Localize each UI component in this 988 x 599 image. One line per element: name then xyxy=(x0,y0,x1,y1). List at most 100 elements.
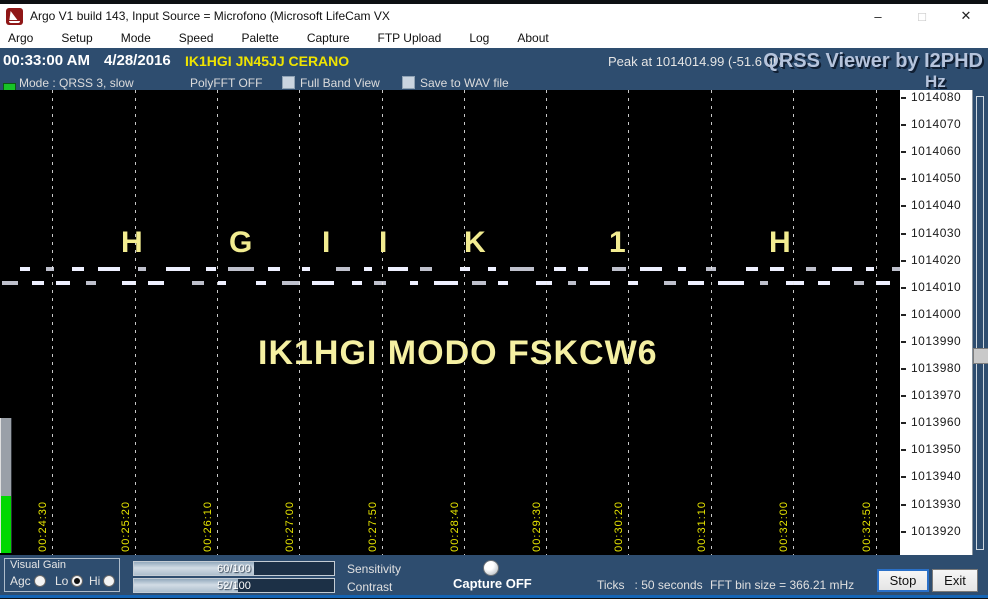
decoded-letter: I xyxy=(322,226,331,259)
menu-argo[interactable]: Argo xyxy=(0,28,47,48)
radio-circle-icon[interactable] xyxy=(71,575,84,587)
contrast-label: Contrast xyxy=(347,580,393,594)
stop-button[interactable]: Stop xyxy=(877,569,929,592)
freq-label: 1014070 xyxy=(911,117,962,132)
maximize-button[interactable]: □ xyxy=(900,4,944,28)
time-tick-label: 00:25:20 xyxy=(120,501,132,552)
window-bottom-edge xyxy=(0,595,988,599)
menu-palette[interactable]: Palette xyxy=(227,28,292,48)
decoded-letter: 1 xyxy=(609,226,626,259)
time-gridline xyxy=(464,90,465,555)
frequency-scale: 1014080 1014070 1014060 1014050 1014040 10140… xyxy=(900,90,973,555)
time-gridline xyxy=(711,90,712,555)
sensitivity-slider[interactable]: 60/100 xyxy=(133,561,335,576)
radio-circle-icon[interactable] xyxy=(33,575,46,587)
time-gridline xyxy=(876,90,877,555)
time-tick-label: 00:30:20 xyxy=(613,501,625,552)
menu-capture[interactable]: Capture xyxy=(293,28,364,48)
time-tick-label: 00:31:10 xyxy=(696,501,708,552)
menu-mode[interactable]: Mode xyxy=(107,28,165,48)
freq-label: 1013980 xyxy=(911,361,962,375)
full-band-view-checkbox[interactable] xyxy=(282,76,295,89)
freq-tick xyxy=(901,286,906,289)
peak-readout: Peak at 1014014.99 (-51.6 dB) xyxy=(608,54,786,69)
decoded-letter: G xyxy=(229,226,253,259)
frequency-slider[interactable] xyxy=(973,90,988,555)
sensitivity-value: 60/100 xyxy=(217,562,251,575)
visual-gain-radios: Agc Lo Hi xyxy=(5,573,119,589)
window-title: Argo V1 build 143, Input Source = Microf… xyxy=(30,9,390,23)
radio-label: Lo xyxy=(55,574,69,588)
freq-tick xyxy=(901,340,906,343)
close-button[interactable]: ✕ xyxy=(944,4,988,28)
polyfft-status[interactable]: PolyFFT OFF xyxy=(190,76,262,90)
time-tick-label: 00:28:40 xyxy=(449,501,461,552)
capture-led-icon xyxy=(483,560,499,576)
slider-thumb[interactable] xyxy=(973,348,988,364)
title-bar: Argo V1 build 143, Input Source = Microf… xyxy=(0,4,988,28)
menu-ftp-upload[interactable]: FTP Upload xyxy=(364,28,456,48)
freq-label: 1013990 xyxy=(911,333,962,348)
freq-label: 1013950 xyxy=(911,442,962,457)
freq-tick xyxy=(901,530,906,533)
freq-label: 1013940 xyxy=(911,469,962,484)
time-tick-label: 00:29:30 xyxy=(531,501,543,552)
ticks-info: Ticks : 50 seconds xyxy=(597,578,703,592)
time-tick-label: 00:27:50 xyxy=(367,501,379,552)
save-wav-label: Save to WAV file xyxy=(420,76,509,90)
time-gridline xyxy=(299,90,300,555)
time-gridline xyxy=(52,90,53,555)
decoded-letter: I xyxy=(379,226,388,259)
clock-date: 00:33:00 AM 4/28/2016 xyxy=(3,52,171,69)
sensitivity-label: Sensitivity xyxy=(347,562,402,576)
brand-title: QRSS Viewer by I2PHD xyxy=(763,50,983,72)
radio-lo[interactable]: Lo xyxy=(55,574,84,588)
radio-hi[interactable]: Hi xyxy=(89,574,116,588)
menu-about[interactable]: About xyxy=(503,28,562,48)
callsign-label: IK1HGI JN45JJ CERANO xyxy=(185,53,350,69)
radio-circle-icon[interactable] xyxy=(103,575,116,587)
menu-speed[interactable]: Speed xyxy=(165,28,228,48)
freq-label: 1014000 xyxy=(911,306,962,321)
waterfall: IK1HGI MODO FSKCW6 00:24:30 00:25:20 00:26… xyxy=(0,90,900,555)
menu-bar: Argo Setup Mode Speed Palette Capture FTP Uplo… xyxy=(0,28,988,48)
time-tick-label: 00:24:30 xyxy=(37,501,49,552)
freq-tick xyxy=(901,124,906,127)
meter-track xyxy=(1,418,11,496)
signal-level-meter xyxy=(0,418,12,553)
date: 4/28/2016 xyxy=(103,52,171,69)
save-wav-checkbox[interactable] xyxy=(402,76,415,89)
meter-level xyxy=(1,496,11,553)
time-gridline xyxy=(793,90,794,555)
freq-tick xyxy=(901,313,906,316)
decoded-letter: K xyxy=(464,226,486,259)
fft-bin-info: FFT bin size = 366.21 mHz xyxy=(710,578,855,592)
menu-setup[interactable]: Setup xyxy=(47,28,106,48)
radio-agc[interactable]: Agc xyxy=(10,574,46,588)
waterfall-overlay-text: IK1HGI MODO FSKCW6 xyxy=(258,334,658,372)
freq-tick xyxy=(901,368,906,370)
freq-label: 1014060 xyxy=(911,144,962,159)
menu-log[interactable]: Log xyxy=(455,28,503,48)
freq-tick xyxy=(901,422,906,425)
contrast-value: 52/100 xyxy=(217,579,251,592)
freq-tick xyxy=(901,97,906,99)
freq-label: 1014020 xyxy=(911,252,962,267)
freq-tick xyxy=(901,205,906,208)
freq-label: 1013970 xyxy=(911,388,962,403)
time-tick-label: 00:27:00 xyxy=(284,501,296,552)
status-header: 00:33:00 AM 4/28/2016 IK1HGI JN45JJ CERAN… xyxy=(0,48,988,94)
minimize-button[interactable]: – xyxy=(856,4,900,28)
decoded-letter: H xyxy=(769,226,791,259)
clock: 00:33:00 AM xyxy=(3,52,90,69)
exit-button[interactable]: Exit xyxy=(932,569,978,592)
time-gridline xyxy=(546,90,547,555)
radio-label: Hi xyxy=(89,574,101,588)
time-tick-label: 00:32:00 xyxy=(778,501,790,552)
contrast-slider[interactable]: 52/100 xyxy=(133,578,335,593)
freq-tick xyxy=(901,151,906,154)
freq-tick xyxy=(901,259,906,262)
freq-tick xyxy=(901,395,906,398)
time-gridline xyxy=(382,90,383,555)
freq-label: 1013930 xyxy=(911,496,962,511)
